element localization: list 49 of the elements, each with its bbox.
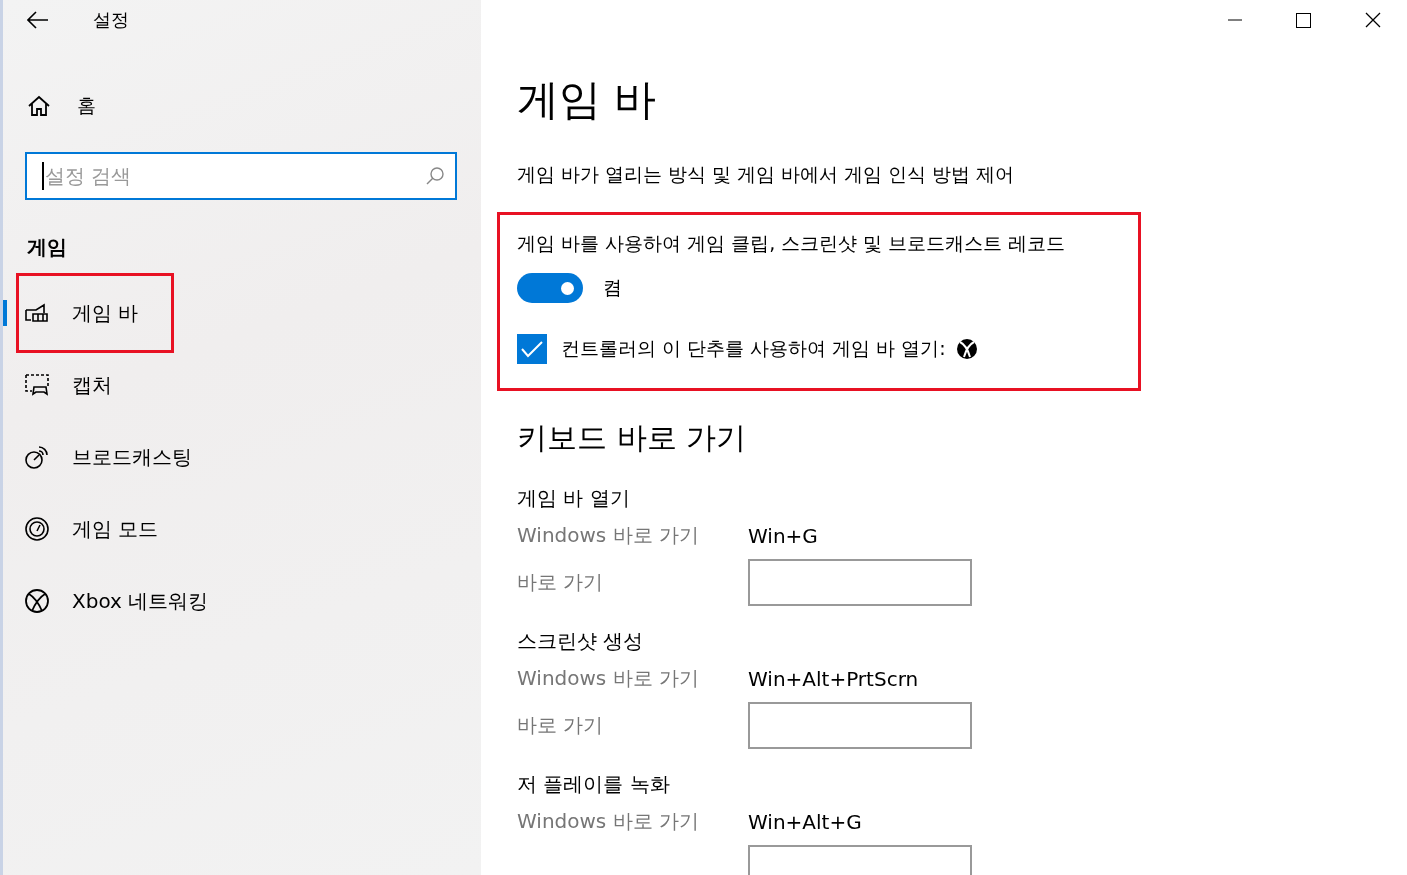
nav-item[interactable]: 게임 바 (3, 277, 481, 349)
page-title: 게임 바 (517, 74, 658, 126)
satellite-dish-icon (24, 444, 50, 470)
setting-label: 게임 바를 사용하여 게임 클립, 스크린샷 및 브로드캐스트 레코드 (517, 231, 1067, 256)
maximize-icon (1296, 12, 1311, 28)
nav-item[interactable]: Xbox 네트워킹 (3, 565, 481, 637)
nav-label: 게임 모드 (72, 515, 159, 543)
toggle-switch[interactable] (517, 273, 583, 303)
xbox-icon (955, 338, 978, 360)
gauge-icon (24, 516, 50, 542)
shortcut-title: 저 플레이를 녹화 (517, 771, 671, 798)
section-heading: 게임 (27, 234, 68, 261)
window-title: 설정 (93, 8, 129, 32)
search-box[interactable]: 설정 검색 (25, 152, 457, 200)
home-link[interactable]: 홈 (3, 86, 481, 126)
nav-item[interactable]: 게임 모드 (3, 493, 481, 565)
back-button[interactable] (27, 11, 49, 29)
shortcut-title: 게임 바 열기 (517, 485, 631, 512)
shortcut-label: Windows 바로 가기 (517, 808, 700, 835)
search-icon (425, 166, 445, 186)
nav-item[interactable]: 캡처 (3, 349, 481, 421)
gamebar-icon (24, 302, 50, 324)
minimize-icon (1227, 19, 1242, 21)
shortcut-value: Win+G (748, 523, 819, 548)
nav-label: 게임 바 (72, 299, 139, 327)
shortcut-value: Win+Alt+G (748, 809, 863, 834)
home-icon (27, 95, 51, 117)
checkbox[interactable] (517, 334, 547, 364)
nav-label: 브로드캐스팅 (72, 443, 192, 471)
search-field[interactable]: 설정 검색 (42, 162, 425, 190)
home-label: 홈 (77, 93, 96, 118)
nav-label: Xbox 네트워킹 (72, 587, 209, 615)
shortcut-value: Win+Alt+PrtScrn (748, 666, 920, 691)
nav-item[interactable]: 브로드캐스팅 (3, 421, 481, 493)
shortcut-input[interactable] (748, 702, 972, 749)
xbox-icon (24, 588, 50, 614)
checkbox-label: 컨트롤러의 이 단추를 사용하여 게임 바 열기: (561, 336, 946, 361)
shortcut-title: 스크린샷 생성 (517, 628, 645, 655)
toggle-state: 켬 (603, 275, 622, 300)
close-icon (1364, 12, 1381, 28)
shortcut-input[interactable] (748, 559, 972, 606)
page-description: 게임 바가 열리는 방식 및 게임 바에서 게임 인식 방법 제어 (517, 162, 1016, 187)
capture-icon (24, 373, 50, 397)
shortcut-label: 바로 가기 (517, 712, 605, 739)
shortcut-label: Windows 바로 가기 (517, 522, 700, 549)
shortcut-label: Windows 바로 가기 (517, 665, 700, 692)
shortcut-label: 바로 가기 (517, 569, 605, 596)
nav-label: 캡처 (72, 371, 112, 399)
section-heading: 키보드 바로 가기 (517, 419, 748, 457)
